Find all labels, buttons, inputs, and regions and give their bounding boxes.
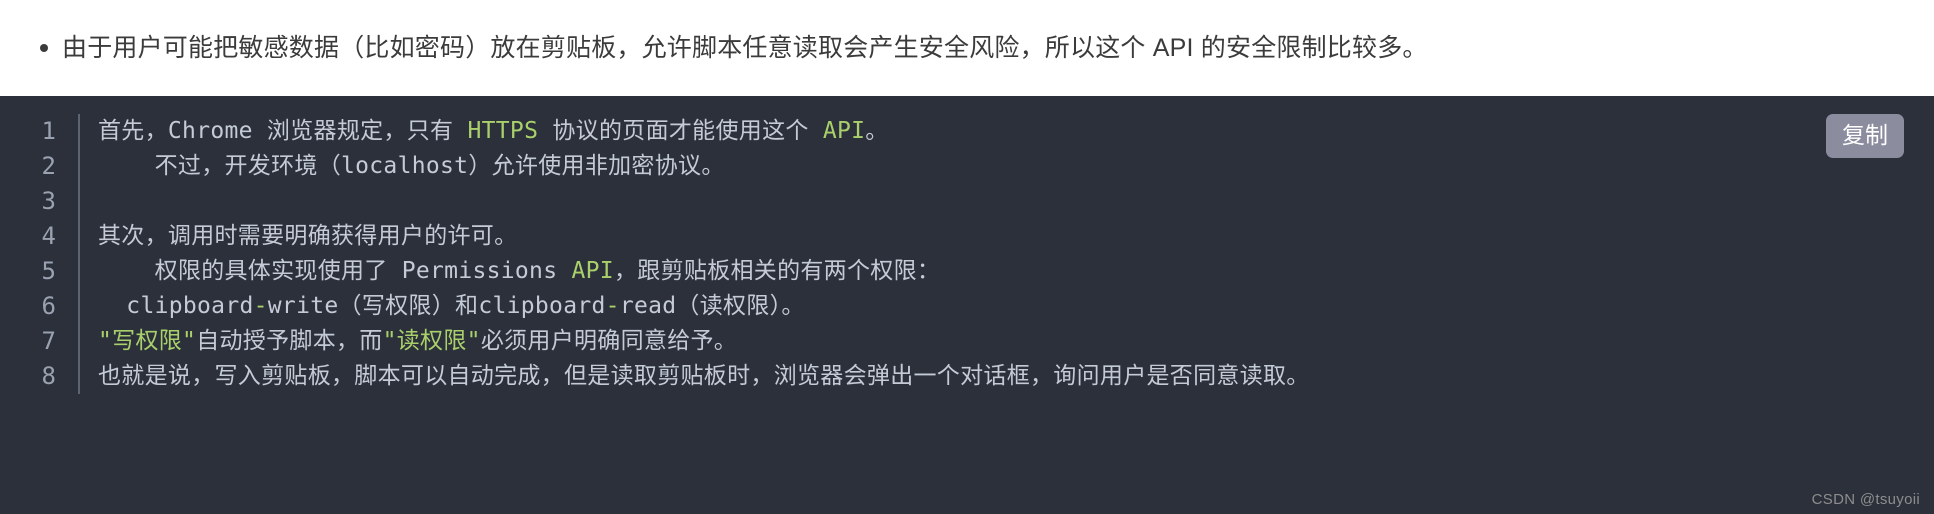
code-token: 首先，Chrome 浏览器规定，只有	[98, 118, 468, 144]
code-line: 5 权限的具体实现使用了 Permissions API，跟剪贴板相关的有两个权…	[0, 254, 1934, 289]
code-token-highlight: "写权限"	[98, 328, 197, 354]
code-line-text[interactable]: 不过，开发环境（localhost）允许使用非加密协议。	[80, 149, 725, 184]
code-line-text[interactable]: clipboard-write（写权限）和clipboard-read（读权限）…	[80, 289, 805, 324]
code-token: 不过，开发环境（localhost）允许使用非加密协议。	[98, 153, 725, 179]
line-number: 3	[41, 187, 56, 215]
bullet-paragraph-section: 由于用户可能把敏感数据（比如密码）放在剪贴板，允许脚本任意读取会产生安全风险，所…	[0, 0, 1934, 96]
list-item: 由于用户可能把敏感数据（比如密码）放在剪贴板，允许脚本任意读取会产生安全风险，所…	[0, 31, 1934, 65]
line-number: 5	[41, 257, 56, 285]
code-line-text[interactable]: 权限的具体实现使用了 Permissions API，跟剪贴板相关的有两个权限：	[80, 254, 940, 289]
bullet-dot-icon	[40, 44, 48, 52]
bullet-list: 由于用户可能把敏感数据（比如密码）放在剪贴板，允许脚本任意读取会产生安全风险，所…	[0, 31, 1934, 65]
bullet-item-text: 由于用户可能把敏感数据（比如密码）放在剪贴板，允许脚本任意读取会产生安全风险，所…	[62, 34, 1428, 62]
watermark-text: CSDN @tsuyoii	[1811, 491, 1920, 508]
code-token-highlight: -	[605, 293, 620, 319]
code-line-text[interactable]: 首先，Chrome 浏览器规定，只有 HTTPS 协议的页面才能使用这个 API…	[80, 114, 889, 149]
gutter-divider	[78, 184, 80, 219]
code-token: 。	[865, 118, 889, 144]
code-token: 权限的具体实现使用了 Permissions	[98, 258, 572, 284]
code-line: 2 不过，开发环境（localhost）允许使用非加密协议。	[0, 149, 1934, 184]
code-token-highlight: API	[822, 118, 866, 144]
code-line: 6 clipboard-write（写权限）和clipboard-read（读权…	[0, 289, 1934, 324]
code-line-text[interactable]: 其次，调用时需要明确获得用户的许可。	[80, 219, 517, 254]
code-token-highlight: API	[571, 258, 614, 284]
line-number: 7	[41, 327, 56, 355]
line-number: 4	[41, 222, 56, 250]
code-token: 自动授予脚本，而	[196, 328, 383, 354]
line-number: 2	[41, 152, 56, 180]
code-line: 8 也就是说，写入剪贴板，脚本可以自动完成，但是读取剪贴板时，浏览器会弹出一个对话…	[0, 359, 1934, 394]
code-token: clipboard	[98, 293, 254, 319]
code-line: 7 "写权限"自动授予脚本，而"读权限"必须用户明确同意给予。	[0, 324, 1934, 359]
code-line: 3	[0, 184, 1934, 219]
line-number: 1	[41, 117, 56, 145]
code-lines-container: 1 首先，Chrome 浏览器规定，只有 HTTPS 协议的页面才能使用这个 AP…	[0, 114, 1934, 394]
code-token: ，跟剪贴板相关的有两个权限：	[613, 258, 941, 284]
code-token-highlight: HTTPS	[467, 118, 539, 144]
line-number: 8	[41, 362, 56, 390]
copy-button[interactable]: 复制	[1826, 114, 1904, 158]
code-token-highlight: "读权限"	[382, 328, 481, 354]
code-line: 4 其次，调用时需要明确获得用户的许可。	[0, 219, 1934, 254]
code-line-text[interactable]: "写权限"自动授予脚本，而"读权限"必须用户明确同意给予。	[80, 324, 737, 359]
code-token-highlight: -	[253, 293, 268, 319]
code-block: 复制 1 首先，Chrome 浏览器规定，只有 HTTPS 协议的页面才能使用这个…	[0, 96, 1934, 514]
code-token: read（读权限）。	[619, 293, 805, 319]
code-line: 1 首先，Chrome 浏览器规定，只有 HTTPS 协议的页面才能使用这个 AP…	[0, 114, 1934, 149]
code-token: 其次，调用时需要明确获得用户的许可。	[98, 223, 518, 249]
code-token: 协议的页面才能使用这个	[538, 118, 823, 144]
code-line-text[interactable]: 也就是说，写入剪贴板，脚本可以自动完成，但是读取剪贴板时，浏览器会弹出一个对话框…	[80, 359, 1310, 394]
line-number: 6	[41, 292, 56, 320]
code-token: 必须用户明确同意给予。	[480, 328, 738, 354]
code-token: 也就是说，写入剪贴板，脚本可以自动完成，但是读取剪贴板时，浏览器会弹出一个对话框…	[98, 363, 1310, 389]
code-token: write（写权限）和clipboard	[267, 293, 606, 319]
